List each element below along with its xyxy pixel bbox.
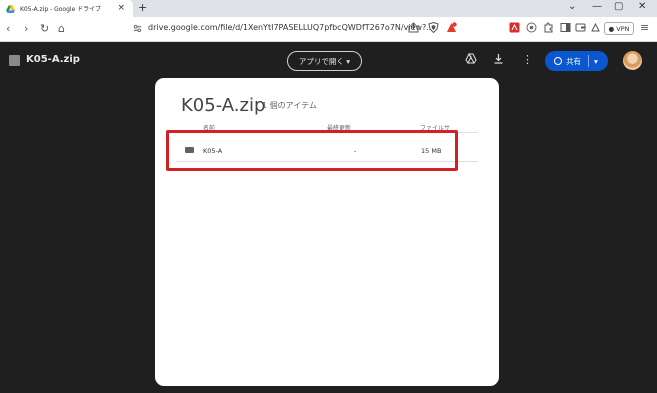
- sidebar-icon[interactable]: [560, 22, 571, 33]
- close-window-button[interactable]: ✕: [638, 1, 646, 12]
- scrollbar[interactable]: [651, 43, 657, 393]
- pdf-extension-icon[interactable]: [509, 22, 520, 33]
- forward-icon[interactable]: ›: [24, 22, 28, 35]
- brave-rewards-icon[interactable]: [446, 22, 457, 33]
- more-options-icon[interactable]: ⋮: [522, 53, 533, 66]
- share-divider: [588, 55, 589, 67]
- back-icon[interactable]: ‹: [6, 22, 10, 35]
- puzzle-extensions-icon[interactable]: [543, 22, 554, 33]
- tab-strip: K05-A.zip - Google ドライブ × + ⌄ — ▢ ✕: [0, 0, 657, 17]
- reload-icon[interactable]: ↻: [40, 22, 49, 35]
- tab-close-icon[interactable]: ×: [117, 3, 125, 13]
- share-dropdown-icon[interactable]: ▾: [594, 57, 598, 66]
- leo-ai-icon[interactable]: [590, 22, 601, 33]
- tab-title: K05-A.zip - Google ドライブ: [20, 6, 102, 13]
- open-with-button[interactable]: アプリで開く ▾: [287, 51, 362, 71]
- highlight-box: [166, 130, 458, 171]
- avatar[interactable]: [623, 51, 642, 70]
- file-title: K05-A.zip: [26, 54, 80, 65]
- google-drive-icon: [6, 4, 15, 13]
- zip-file-icon: [9, 55, 20, 66]
- share-page-icon[interactable]: [408, 22, 419, 33]
- share-label: 共有: [566, 56, 581, 66]
- extension-icon[interactable]: [526, 22, 537, 33]
- home-icon[interactable]: ⌂: [58, 22, 65, 35]
- brave-shields-icon[interactable]: [428, 22, 439, 33]
- item-count: 1 個のアイテム: [262, 101, 317, 110]
- tab-active[interactable]: K05-A.zip - Google ドライブ ×: [0, 0, 133, 17]
- site-settings-icon[interactable]: [133, 24, 142, 33]
- new-tab-button[interactable]: +: [138, 1, 147, 14]
- download-icon[interactable]: [493, 53, 504, 64]
- tab-list-icon[interactable]: ⌄: [568, 1, 576, 12]
- url-input[interactable]: drive.google.com/file/d/1XenYtI7PASELLUQ…: [148, 23, 434, 32]
- add-to-drive-icon[interactable]: [465, 53, 477, 65]
- maximize-button[interactable]: ▢: [614, 1, 623, 12]
- menu-icon[interactable]: ≡: [640, 21, 649, 34]
- globe-icon: [554, 57, 562, 65]
- wallet-icon[interactable]: [575, 22, 586, 33]
- share-button[interactable]: 共有 ▾: [545, 51, 608, 71]
- zip-title: K05-A.zip: [181, 95, 266, 116]
- vpn-button[interactable]: ● VPN: [604, 22, 634, 35]
- address-bar-row: ‹ › ↻ ⌂ drive.google.com/file/d/1XenYtI7…: [0, 17, 657, 42]
- minimize-button[interactable]: —: [592, 1, 602, 12]
